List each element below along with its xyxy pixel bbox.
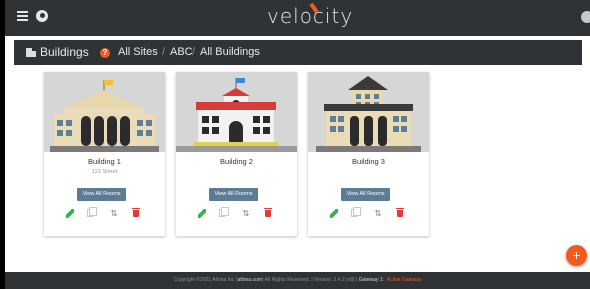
building-card: Building 3 View All Rooms ⇅ (308, 72, 429, 236)
move-icon[interactable]: ⇅ (374, 209, 382, 218)
logo-icon[interactable] (36, 10, 48, 22)
top-bar: velocity (5, 0, 590, 36)
app-brand: velocity (267, 4, 354, 28)
edit-icon[interactable] (198, 209, 206, 218)
building-name: Building 1 (88, 157, 121, 166)
view-all-rooms-button[interactable]: View All Rooms (209, 188, 258, 201)
page-title: Buildings (40, 45, 89, 59)
card-actions: ⇅ (176, 207, 297, 219)
delete-icon[interactable] (132, 208, 140, 217)
view-all-rooms-button[interactable]: View All Rooms (341, 188, 390, 201)
footer-copyright: Copyright ©2021 Atlona Inc (atlona.com) … (5, 277, 590, 283)
gateway-status: Active Gateway (386, 277, 422, 283)
move-icon[interactable]: ⇅ (242, 209, 250, 218)
breadcrumb-all-sites[interactable]: All Sites (118, 46, 158, 58)
add-building-button[interactable]: + (566, 245, 587, 266)
view-all-rooms-button[interactable]: View All Rooms (77, 188, 126, 201)
breadcrumb-abc[interactable]: ABC (170, 46, 193, 58)
copy-icon[interactable] (87, 207, 97, 217)
building-illustration (308, 72, 429, 152)
edit-icon[interactable] (330, 209, 338, 218)
atlona-link[interactable]: atlona.com (237, 277, 261, 283)
delete-icon[interactable] (396, 208, 404, 217)
copy-icon[interactable] (351, 207, 361, 217)
card-actions: ⇅ (308, 207, 429, 219)
help-icon[interactable]: ? (100, 48, 110, 58)
building-name: Building 3 (352, 157, 385, 166)
building-icon (26, 48, 36, 57)
building-name: Building 2 (220, 157, 253, 166)
breadcrumb: Buildings ? All Sites / ABC / All Buildi… (14, 40, 582, 65)
card-actions: ⇅ (44, 207, 165, 219)
user-avatar-icon[interactable] (581, 11, 590, 23)
building-card: Building 1 123 Street View All Rooms ⇅ (44, 72, 165, 236)
copy-icon[interactable] (219, 207, 229, 217)
breadcrumb-separator: / (162, 46, 166, 58)
building-illustration (44, 72, 165, 152)
building-card: Building 2 View All Rooms ⇅ (176, 72, 297, 236)
gateway-label: Gateway 1: (358, 277, 385, 283)
edit-icon[interactable] (66, 209, 74, 218)
footer-version: ) All Rights Reserved. | Version: 2.4.2 … (261, 277, 359, 283)
breadcrumb-separator: / (192, 46, 196, 58)
footer-prefix: Copyright ©2021 Atlona Inc ( (173, 277, 238, 283)
menu-icon[interactable] (17, 11, 28, 21)
delete-icon[interactable] (264, 208, 272, 217)
footer: Copyright ©2021 Atlona Inc (atlona.com) … (5, 272, 590, 289)
building-street: 123 Street (91, 169, 118, 175)
move-icon[interactable]: ⇅ (110, 209, 118, 218)
breadcrumb-all-buildings[interactable]: All Buildings (200, 46, 260, 58)
app-frame: velocity Buildings ? All Sites / ABC / A… (0, 0, 590, 289)
window-edge (0, 0, 5, 289)
building-illustration (176, 72, 297, 152)
